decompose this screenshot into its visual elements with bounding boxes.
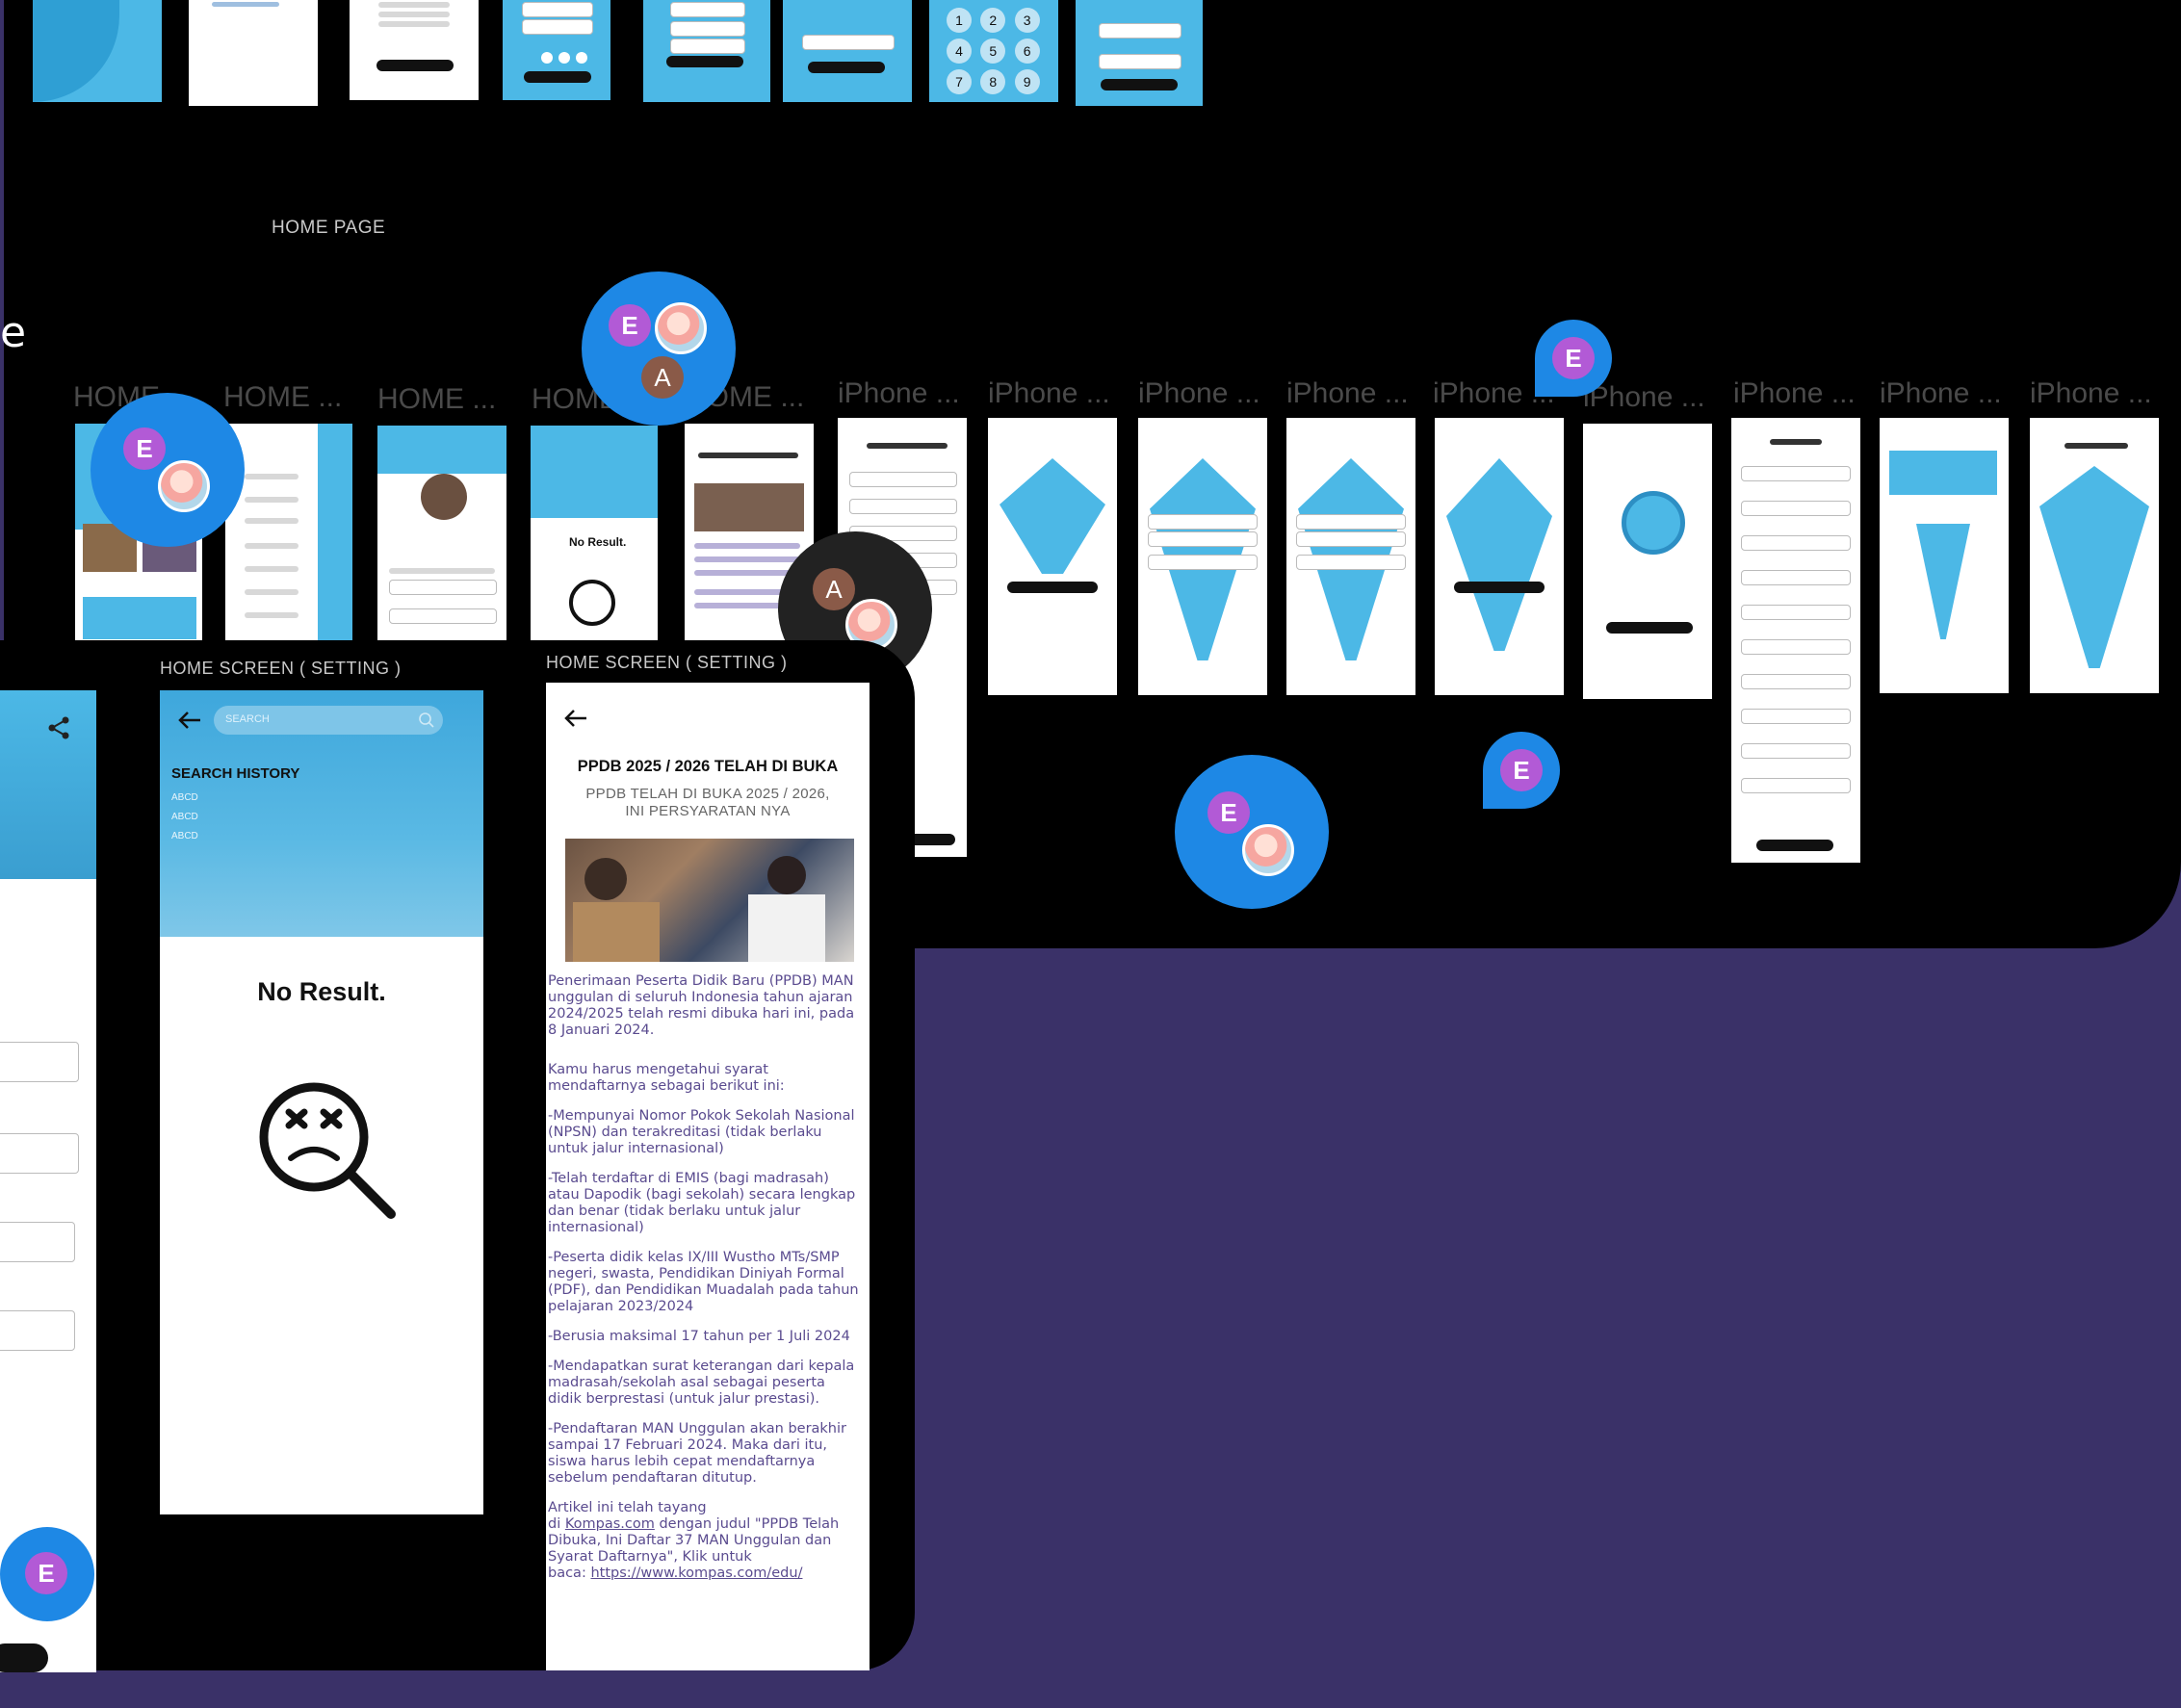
back-arrow-icon[interactable] bbox=[177, 710, 202, 731]
frame-label: iPhone ... bbox=[2030, 377, 2152, 409]
profile-field[interactable] bbox=[0, 1042, 79, 1082]
avatar-e: E bbox=[1552, 337, 1595, 379]
keypad-key[interactable]: 4 bbox=[947, 39, 972, 64]
article-url-link[interactable]: https://www.kompas.com/edu/ bbox=[590, 1566, 802, 1581]
search-history-item[interactable]: ABCD bbox=[171, 792, 198, 803]
frame-label: iPhone ... bbox=[1733, 377, 1856, 409]
collaborator-cluster[interactable]: E bbox=[1175, 755, 1329, 909]
search-history-item[interactable]: ABCD bbox=[171, 812, 198, 822]
search-input[interactable]: SEARCH bbox=[214, 706, 443, 735]
frame-home-search[interactable]: No Result. bbox=[531, 426, 658, 641]
article-footer: Artikel ini telah tayang di Kompas.com d… bbox=[548, 1500, 860, 1582]
keypad-key[interactable]: 5 bbox=[980, 39, 1006, 64]
frame-home-menu[interactable] bbox=[225, 424, 352, 641]
profile-field[interactable] bbox=[0, 1222, 75, 1262]
article-paragraph: -Mendapatkan surat keterangan dari kepal… bbox=[548, 1359, 855, 1407]
keypad-key[interactable]: 2 bbox=[980, 8, 1006, 33]
avatar-e: E bbox=[25, 1552, 67, 1594]
avatar-photo bbox=[1242, 824, 1294, 876]
profile-field[interactable] bbox=[0, 1310, 75, 1351]
screen-thumb-splash[interactable] bbox=[33, 0, 162, 102]
article-source-link[interactable]: Kompas.com bbox=[565, 1516, 655, 1532]
back-arrow-icon[interactable] bbox=[563, 708, 588, 729]
avatar-photo bbox=[655, 302, 707, 354]
screen-thumb-welcome[interactable] bbox=[189, 0, 318, 106]
article-paragraph: Penerimaan Peserta Didik Baru (PPDB) MAN… bbox=[548, 973, 855, 1038]
no-result-text: No Result. bbox=[257, 977, 386, 1006]
screen-article: PPDB 2025 / 2026 TELAH DI BUKA PPDB TELA… bbox=[546, 683, 870, 1670]
search-history-item[interactable]: ABCD bbox=[171, 831, 198, 841]
article-footer-text: di bbox=[548, 1516, 565, 1532]
keypad-key[interactable]: 9 bbox=[1014, 69, 1040, 94]
home-page-label: HOME PAGE bbox=[272, 218, 386, 238]
search-placeholder: SEARCH bbox=[225, 713, 270, 725]
frame-label: HOME ... bbox=[223, 381, 343, 413]
frame-iphone-success[interactable] bbox=[1583, 424, 1712, 699]
collaborator-cluster[interactable]: E bbox=[0, 1527, 94, 1621]
article-subtitle: INI PERSYARATAN NYA bbox=[625, 803, 791, 819]
search-icon[interactable] bbox=[418, 712, 435, 729]
frame-iphone-data-diri[interactable] bbox=[1731, 418, 1860, 863]
avatar-e: E bbox=[123, 427, 166, 470]
frame-label: HOME ... bbox=[377, 383, 497, 415]
frame-iphone-jalur-2[interactable] bbox=[1138, 418, 1267, 695]
keypad-key[interactable]: 6 bbox=[1014, 39, 1040, 64]
article-paragraph: -Peserta didik kelas IX/III Wustho MTs/S… bbox=[548, 1250, 859, 1314]
article-footer-text: Artikel ini telah tayang bbox=[548, 1500, 707, 1515]
profile-action-button[interactable] bbox=[0, 1643, 48, 1672]
frame-iphone-jalur-1[interactable] bbox=[988, 418, 1117, 695]
sad-magnifier-icon bbox=[254, 1077, 401, 1224]
article-paragraph: Kamu harus mengetahui syarat mendaftarny… bbox=[548, 1062, 785, 1094]
screen-thumb-forgot-password[interactable] bbox=[783, 0, 912, 102]
frame-iphone-jalur-3[interactable] bbox=[1286, 418, 1415, 695]
avatar-e: E bbox=[609, 304, 651, 347]
frame-iphone-pengumuman[interactable] bbox=[2030, 418, 2159, 693]
collaborator-cluster[interactable]: E A bbox=[582, 272, 736, 426]
frame-title: HOME SCREEN ( SETTING ) bbox=[160, 659, 402, 678]
article-photo bbox=[565, 839, 854, 962]
avatar-e: E bbox=[1500, 749, 1543, 791]
frame-iphone-jalur-4[interactable] bbox=[1435, 418, 1564, 695]
screen-thumb-new-password[interactable] bbox=[1076, 0, 1203, 106]
frame-label: iPhone ... bbox=[1880, 377, 2002, 409]
frame-label: iPhone ... bbox=[1138, 377, 1260, 409]
frame-home-profile[interactable] bbox=[377, 426, 506, 643]
avatar-a: A bbox=[813, 568, 855, 610]
keypad: 1 2 3 4 5 6 7 8 9 bbox=[947, 8, 1043, 94]
avatar-a: A bbox=[641, 356, 684, 399]
article-paragraph: -Pendaftaran MAN Unggulan akan berakhir … bbox=[548, 1421, 846, 1486]
screen-thumb-login[interactable] bbox=[503, 0, 610, 100]
frame-title: HOME SCREEN ( SETTING ) bbox=[546, 653, 788, 672]
keypad-key[interactable]: 7 bbox=[947, 69, 972, 94]
share-icon[interactable] bbox=[46, 715, 71, 740]
article-paragraph: -Berusia maksimal 17 tahun per 1 Juli 20… bbox=[548, 1329, 850, 1344]
keypad-key[interactable]: 8 bbox=[980, 69, 1006, 94]
article-title: PPDB 2025 / 2026 TELAH DI BUKA bbox=[577, 758, 839, 775]
collaborator-pin[interactable]: E bbox=[1483, 732, 1560, 809]
frame-label: iPhone ... bbox=[1286, 377, 1409, 409]
article-paragraph: -Telah terdaftar di EMIS (bagi madrasah)… bbox=[548, 1171, 856, 1235]
screen-thumb-onboarding[interactable] bbox=[350, 0, 479, 100]
screen-thumb-otp-keypad[interactable]: 1 2 3 4 5 6 7 8 9 bbox=[929, 0, 1058, 102]
screen-thumb-register[interactable] bbox=[643, 0, 770, 102]
frame-label: iPhone ... bbox=[838, 377, 960, 409]
profile-field[interactable] bbox=[0, 1133, 79, 1174]
collaborator-pin[interactable]: E bbox=[1535, 320, 1612, 397]
collaborator-cluster[interactable]: E bbox=[91, 393, 245, 547]
keypad-key[interactable]: 1 bbox=[947, 8, 972, 33]
frame-label: iPhone ... bbox=[988, 377, 1110, 409]
search-history-title: SEARCH HISTORY bbox=[171, 765, 300, 782]
left-cut-text: e bbox=[0, 308, 27, 357]
screen-search: SEARCH SEARCH HISTORY ABCD ABCD ABCD No … bbox=[160, 690, 483, 1514]
frame-label: iPhone ... bbox=[1583, 381, 1705, 413]
article-subtitle: PPDB TELAH DI BUKA 2025 / 2026, bbox=[585, 786, 830, 802]
frame-iphone-info[interactable] bbox=[1880, 418, 2009, 693]
keypad-key[interactable]: 3 bbox=[1014, 8, 1040, 33]
article-paragraph: -Mempunyai Nomor Pokok Sekolah Nasional … bbox=[548, 1108, 855, 1156]
screen-profile-cropped bbox=[0, 690, 96, 1672]
article-footer-text: baca: bbox=[548, 1566, 591, 1581]
avatar-e: E bbox=[1207, 791, 1250, 834]
avatar-photo bbox=[158, 460, 210, 512]
